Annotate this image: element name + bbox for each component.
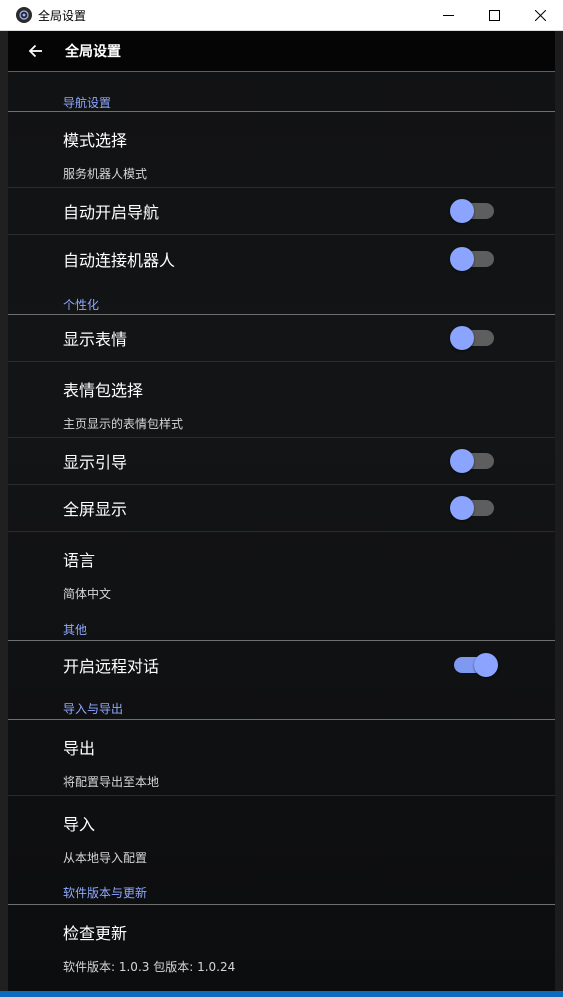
close-icon — [534, 9, 546, 21]
window-title: 全局设置 — [38, 8, 87, 23]
auto-connect-toggle[interactable] — [450, 246, 498, 271]
settings-app: 全局设置 导航设置 模式选择 服务机器人模式 自动开启导航 自动连接机器人 个性… — [8, 31, 555, 991]
section-import-export: 导入与导出 — [8, 688, 555, 720]
check-update-item[interactable]: 检查更新 软件版本: 1.0.3 包版本: 1.0.24 — [8, 905, 555, 981]
show-guide-label: 显示引导 — [63, 453, 128, 472]
close-button[interactable] — [517, 0, 563, 31]
expression-pack-title: 表情包选择 — [63, 381, 144, 400]
mode-select-value: 服务机器人模式 — [63, 167, 148, 181]
mode-select-title: 模式选择 — [63, 131, 128, 150]
remote-dialog-toggle[interactable] — [450, 652, 498, 677]
import-desc: 从本地导入配置 — [63, 851, 148, 865]
arrow-left-icon — [28, 44, 42, 58]
mode-select-item[interactable]: 模式选择 服务机器人模式 — [8, 112, 555, 188]
auto-connect-item: 自动连接机器人 — [8, 235, 555, 282]
fullscreen-item: 全屏显示 — [8, 485, 555, 532]
export-title: 导出 — [63, 739, 96, 758]
auto-connect-label: 自动连接机器人 — [63, 250, 176, 270]
maximize-icon — [488, 9, 500, 21]
fullscreen-label: 全屏显示 — [63, 500, 128, 519]
export-desc: 将配置导出至本地 — [63, 775, 160, 789]
section-other: 其他 — [8, 608, 555, 641]
auto-nav-item: 自动开启导航 — [8, 188, 555, 235]
section-navigation: 导航设置 — [8, 72, 555, 112]
section-personalization: 个性化 — [8, 282, 555, 315]
background-window-left — [0, 30, 8, 997]
remote-dialog-item: 开启远程对话 — [8, 641, 555, 688]
language-value: 简体中文 — [63, 587, 112, 601]
language-item[interactable]: 语言 简体中文 — [8, 532, 555, 608]
remote-dialog-label: 开启远程对话 — [63, 656, 160, 676]
export-item[interactable]: 导出 将配置导出至本地 — [8, 720, 555, 796]
show-expression-toggle[interactable] — [450, 326, 498, 350]
minimize-button[interactable] — [425, 0, 471, 31]
window-titlebar: 全局设置 — [0, 0, 563, 31]
show-guide-toggle[interactable] — [450, 449, 498, 473]
back-button[interactable] — [8, 31, 64, 72]
expression-pack-item[interactable]: 表情包选择 主页显示的表情包样式 — [8, 362, 555, 438]
auto-nav-label: 自动开启导航 — [63, 203, 160, 222]
page-title: 全局设置 — [65, 44, 121, 60]
version-info: 软件版本: 1.0.3 包版本: 1.0.24 — [63, 960, 236, 974]
show-expression-item: 显示表情 — [8, 315, 555, 362]
import-item[interactable]: 导入 从本地导入配置 — [8, 796, 555, 872]
taskbar-edge — [0, 991, 563, 997]
auto-nav-toggle[interactable] — [450, 199, 498, 223]
fullscreen-toggle[interactable] — [450, 496, 498, 520]
import-title: 导入 — [63, 815, 96, 834]
minimize-icon — [442, 14, 454, 16]
app-icon — [16, 7, 32, 23]
maximize-button[interactable] — [471, 0, 517, 31]
language-title: 语言 — [63, 551, 96, 570]
section-version: 软件版本与更新 — [8, 872, 555, 905]
expression-pack-desc: 主页显示的表情包样式 — [63, 417, 184, 431]
background-window-right — [555, 30, 563, 997]
app-header: 全局设置 — [8, 31, 555, 72]
show-guide-item: 显示引导 — [8, 438, 555, 485]
check-update-title: 检查更新 — [63, 924, 128, 943]
show-expression-label: 显示表情 — [63, 330, 128, 349]
